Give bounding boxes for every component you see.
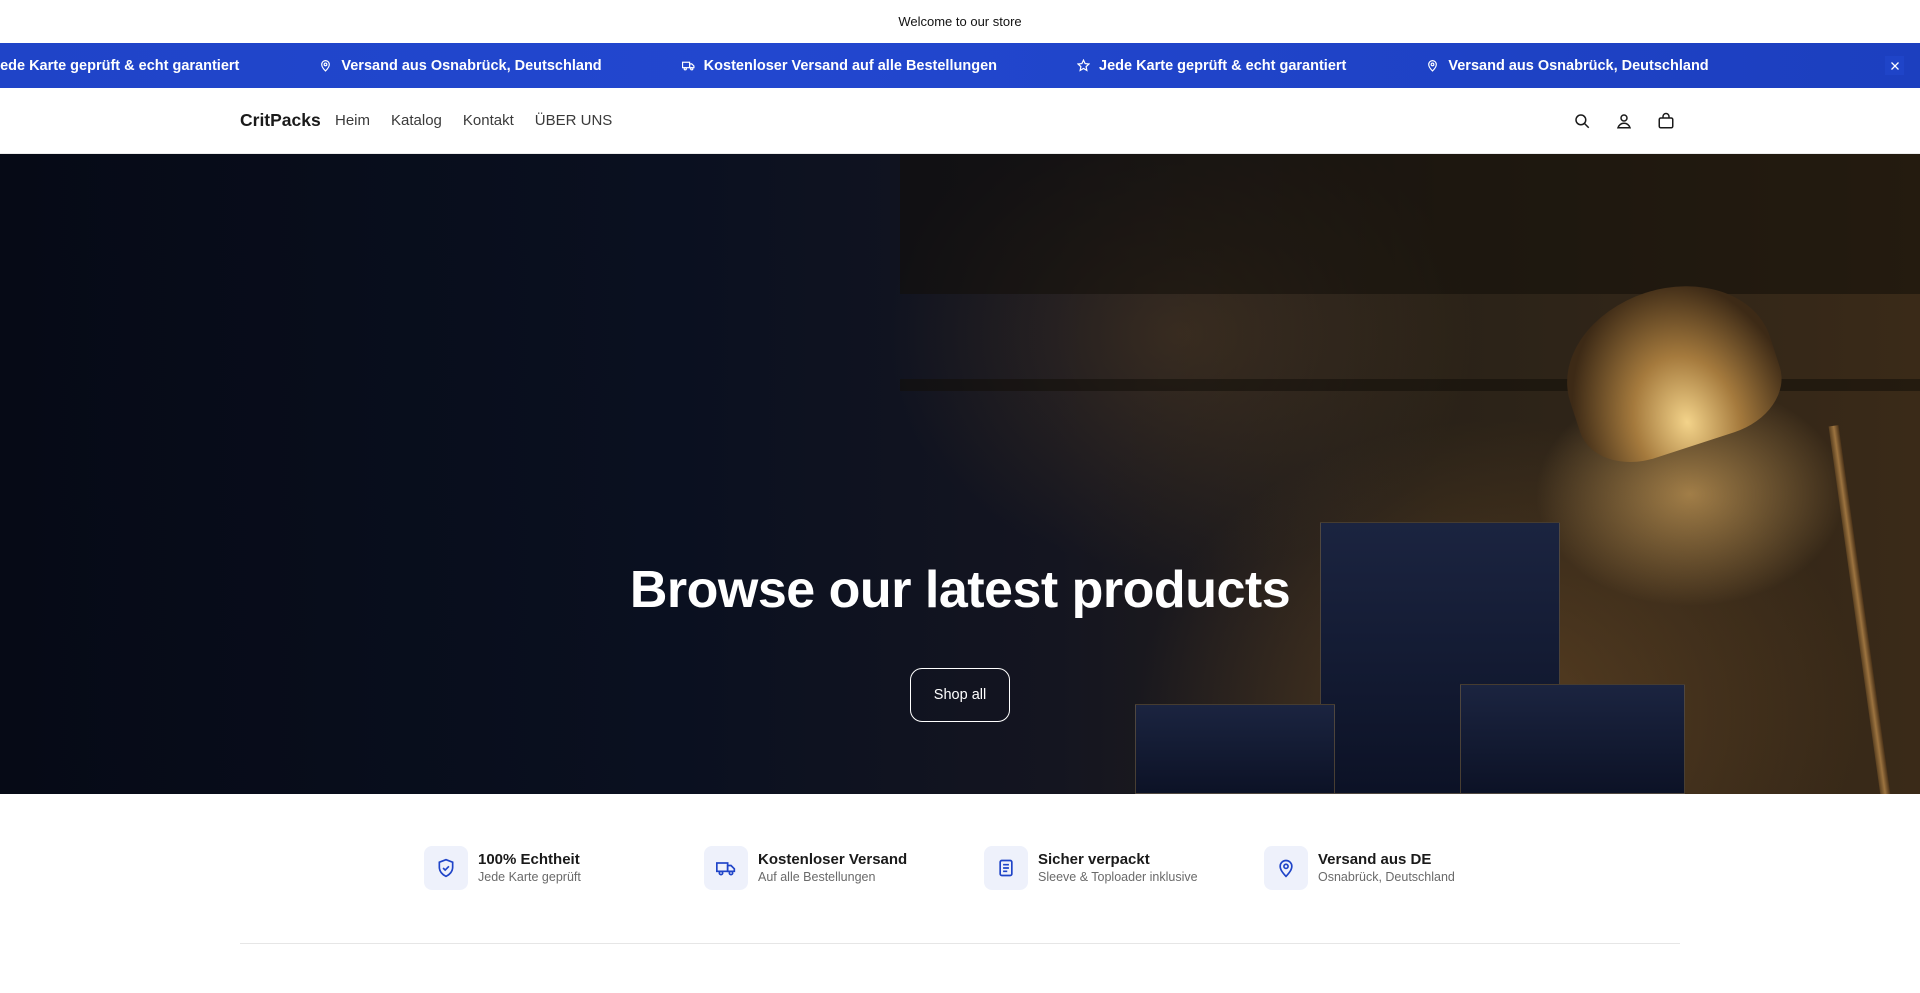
marquee-item: Jede Karte geprüft & echt garantiert (1077, 58, 1346, 74)
feature-item: Kostenloser Versand Auf alle Bestellunge… (704, 846, 907, 890)
search-icon[interactable] (1571, 110, 1593, 132)
shop-all-button[interactable]: Shop all (910, 668, 1010, 722)
star-icon (1077, 59, 1090, 72)
feature-subtitle: Sleeve & Toploader inklusive (1038, 870, 1198, 884)
hero-card-box (1135, 704, 1335, 794)
feature-item: 100% Echtheit Jede Karte geprüft (424, 846, 581, 890)
feature-title: 100% Echtheit (478, 851, 580, 868)
feature-title: Kostenloser Versand (758, 851, 908, 868)
hero-banner: Browse our latest products Shop all (0, 154, 1920, 794)
feature-subtitle: Auf alle Bestellungen (758, 870, 876, 884)
feature-subtitle: Jede Karte geprüft (478, 870, 581, 884)
announcement-bar: Welcome to our store (0, 0, 1920, 42)
map-pin-icon (321, 60, 331, 72)
feature-item: Versand aus DE Osnabrück, Deutschland (1264, 846, 1455, 890)
hero-background-shelf (900, 154, 1920, 294)
marquee-bar: Jede Karte geprüft & echt garantiert Ver… (0, 43, 1920, 88)
marquee-track: Jede Karte geprüft & echt garantiert Ver… (0, 43, 1789, 88)
nav-item-kontakt[interactable]: Kontakt (463, 112, 514, 129)
marquee-item: Kostenloser Versand auf alle Bestellunge… (681, 58, 997, 74)
announcement-text: Welcome to our store (898, 13, 1022, 29)
feature-text: Sicher verpackt Sleeve & Toploader inklu… (1038, 850, 1198, 886)
features-row: 100% Echtheit Jede Karte geprüft Kostenl… (0, 794, 1920, 993)
truck-icon (704, 846, 748, 890)
map-pin-icon (1264, 846, 1308, 890)
section-divider (240, 943, 1680, 944)
close-icon[interactable] (1885, 56, 1904, 75)
truck-icon (681, 61, 695, 71)
feature-title: Versand aus DE (1318, 851, 1432, 868)
document-icon (984, 846, 1028, 890)
feature-item: Sicher verpackt Sleeve & Toploader inklu… (984, 846, 1198, 890)
nav-item-ueber-uns[interactable]: ÜBER UNS (535, 112, 613, 129)
nav-item-katalog[interactable]: Katalog (391, 112, 442, 129)
feature-text: Kostenloser Versand Auf alle Bestellunge… (758, 850, 907, 886)
hero-title: Browse our latest products (629, 561, 1291, 619)
cart-icon[interactable] (1655, 110, 1677, 132)
map-pin-icon (1428, 60, 1438, 72)
nav-item-heim[interactable]: Heim (335, 112, 370, 129)
main-nav: Heim Katalog Kontakt ÜBER UNS (335, 112, 612, 129)
site-logo[interactable]: CritPacks (240, 110, 321, 131)
hero-card-box (1460, 684, 1685, 794)
feature-subtitle: Osnabrück, Deutschland (1318, 870, 1455, 884)
marquee-item: Versand aus Osnabrück, Deutschland (319, 58, 602, 74)
feature-title: Sicher verpackt (1038, 851, 1150, 868)
header-icons (1571, 110, 1677, 132)
marquee-item: Jede Karte geprüft & echt garantiert (0, 57, 240, 74)
feature-text: 100% Echtheit Jede Karte geprüft (478, 850, 581, 886)
site-header: CritPacks Heim Katalog Kontakt ÜBER UNS (0, 88, 1920, 154)
account-icon[interactable] (1613, 110, 1635, 132)
feature-text: Versand aus DE Osnabrück, Deutschland (1318, 850, 1455, 886)
marquee-item: Versand aus Osnabrück, Deutschland (1426, 58, 1709, 74)
shield-check-icon (424, 846, 468, 890)
